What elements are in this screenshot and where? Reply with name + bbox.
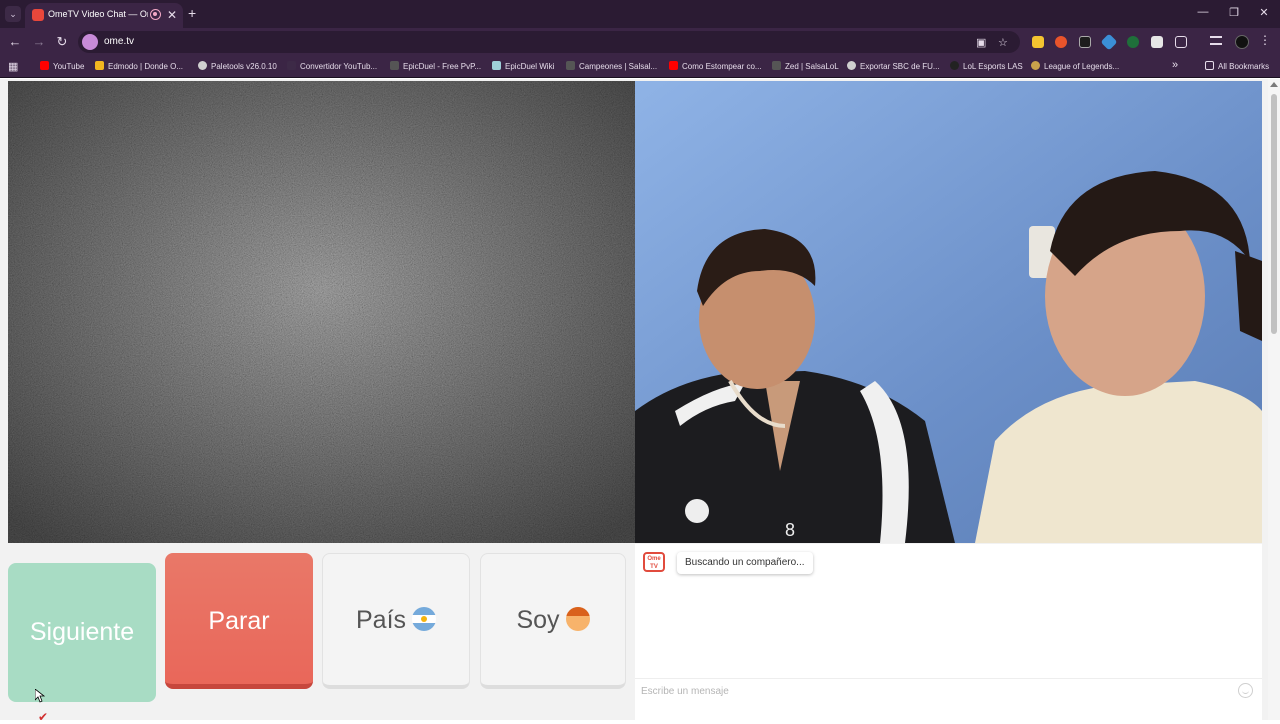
bookmark-item[interactable]: Exportar SBC de FU... — [847, 61, 940, 71]
chat-status-message: Buscando un compañero... — [677, 552, 813, 574]
apps-grid-icon[interactable]: ▦ — [8, 60, 18, 73]
page-scrollbar[interactable] — [1268, 79, 1280, 720]
salsalol-icon — [566, 61, 575, 70]
ometv-logo-icon: Ome TV — [643, 552, 665, 572]
static-noise-image — [8, 81, 635, 543]
install-app-icon[interactable]: ▣ — [976, 36, 986, 49]
forward-button[interactable]: → — [30, 34, 48, 49]
profile-avatar[interactable] — [1235, 35, 1249, 49]
edmodo-icon — [95, 61, 104, 70]
all-bookmarks-button[interactable]: All Bookmarks — [1205, 61, 1269, 71]
tab-title: OmeTV Video Chat — Omegl — [48, 9, 148, 19]
recording-indicator-icon — [150, 9, 161, 20]
globe-icon — [198, 61, 207, 70]
browser-titlebar: ⌄ OmeTV Video Chat — Omegl ✕ + — ❐ ✕ — [0, 0, 1280, 28]
more-bookmarks-chevron-icon[interactable]: » — [1172, 59, 1178, 71]
bookmark-item[interactable]: Zed | SalsaLoL — [772, 61, 839, 71]
bookmark-item[interactable]: League of Legends... — [1031, 61, 1119, 71]
own-video-static — [8, 81, 635, 543]
site-info-icon[interactable] — [82, 34, 98, 50]
bookmark-item[interactable]: EpicDuel Wiki — [492, 61, 554, 71]
extension-icon[interactable] — [1079, 36, 1091, 48]
scrollbar-thumb[interactable] — [1271, 94, 1277, 334]
back-button[interactable]: ← — [6, 34, 24, 49]
ometv-page: 8 Siguiente Parar País Soy Ome TV Buscan… — [0, 79, 1280, 724]
extension-icon[interactable] — [1055, 36, 1067, 48]
partner-video-image: 8 — [635, 81, 1262, 543]
country-button[interactable]: País — [322, 553, 470, 689]
address-bar[interactable]: ome.tv ▣ ☆ — [78, 31, 1020, 53]
minimize-button[interactable]: — — [1193, 6, 1213, 18]
bookmark-item[interactable]: Paletools v26.0.10 — [198, 61, 277, 71]
message-input[interactable] — [641, 682, 1221, 700]
media-control-icon[interactable] — [1210, 36, 1222, 45]
globe-icon — [847, 61, 856, 70]
bookmark-item[interactable]: EpicDuel - Free PvP... — [390, 61, 481, 71]
extension-icon[interactable] — [1127, 36, 1139, 48]
bookmark-item[interactable]: YouTube — [40, 61, 84, 71]
restore-button[interactable]: ❐ — [1224, 6, 1244, 19]
argentina-flag-icon — [412, 607, 437, 631]
youtube-icon — [669, 61, 678, 70]
bookmark-item[interactable]: Campeones | Salsal... — [566, 61, 657, 71]
next-button[interactable]: Siguiente — [8, 563, 156, 702]
bookmark-item[interactable]: Como Estompear co... — [669, 61, 762, 71]
lol-esports-icon — [950, 61, 959, 70]
svg-text:8: 8 — [785, 520, 795, 540]
browser-menu-icon[interactable]: ⋮ — [1259, 33, 1271, 47]
bookmark-item[interactable]: Convertidor YouTub... — [287, 61, 377, 71]
youtube-icon — [40, 61, 49, 70]
close-window-button[interactable]: ✕ — [1254, 6, 1274, 19]
reload-button[interactable]: ↻ — [53, 34, 71, 50]
salsalol-icon — [772, 61, 781, 70]
chat-input-bar — [635, 678, 1262, 702]
browser-tab-active[interactable]: OmeTV Video Chat — Omegl ✕ — [25, 3, 183, 28]
stop-button[interactable]: Parar — [165, 553, 313, 689]
mouse-cursor-icon — [35, 689, 45, 703]
url-text: ome.tv — [104, 36, 135, 47]
new-tab-button[interactable]: + — [188, 5, 196, 21]
extension-icon[interactable] — [1100, 33, 1118, 51]
tab-close-icon[interactable]: ✕ — [167, 8, 177, 22]
browser-toolbar: ← → ↻ ome.tv ▣ ☆ ⋮ — [0, 28, 1280, 56]
converter-icon — [287, 61, 296, 70]
wiki-icon — [492, 61, 501, 70]
partner-video: 8 — [635, 81, 1262, 543]
tab-search-button[interactable]: ⌄ — [5, 6, 21, 22]
extension-icon[interactable] — [1032, 36, 1044, 48]
bookmark-item[interactable]: Edmodo | Donde O... — [95, 61, 183, 71]
check-mark-icon: ✔ — [38, 710, 49, 724]
emoji-icon[interactable] — [1238, 683, 1253, 698]
chat-panel: Ome TV Buscando un compañero... — [635, 544, 1262, 720]
bookmark-star-icon[interactable]: ☆ — [998, 36, 1008, 49]
epicduel-icon — [390, 61, 399, 70]
gender-button[interactable]: Soy — [480, 553, 626, 689]
boy-face-icon — [565, 607, 590, 631]
league-icon — [1031, 61, 1040, 70]
scroll-up-arrow-icon[interactable] — [1270, 82, 1278, 87]
folder-icon — [1205, 61, 1214, 70]
ometv-favicon-icon — [32, 9, 44, 21]
bookmark-item[interactable]: LoL Esports LAS — [950, 61, 1023, 71]
extension-icon[interactable] — [1151, 36, 1163, 48]
extensions-puzzle-icon[interactable] — [1175, 36, 1187, 48]
bookmarks-bar: ▦ YouTube Edmodo | Donde O... Paletools … — [0, 56, 1280, 78]
